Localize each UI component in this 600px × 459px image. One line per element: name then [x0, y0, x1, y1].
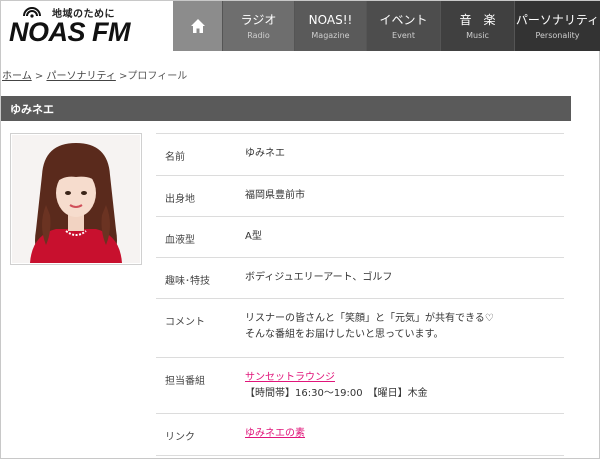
program-link-wrap: サンセットラウンジ	[245, 370, 335, 386]
nav-personality-label: パーソナリティ	[515, 12, 600, 27]
program-schedule: 【時間帯】16:30～19:00 【曜日】木金	[245, 388, 428, 399]
profile-row-program: 担当番組 サンセットラウンジ 【時間帯】16:30～19:00 【曜日】木金	[156, 357, 564, 413]
profile-row-hometown: 出身地 福岡県豊前市	[156, 175, 564, 216]
nav-personality[interactable]: パーソナリティ Personality	[515, 1, 600, 51]
nav-event-sub: Event	[392, 30, 415, 40]
profile-label: リンク	[165, 432, 195, 443]
blog-link-wrap: ゆみネエの素	[245, 426, 305, 442]
site-header: 地域のために NOAS FM ラジオ Radio NOAS!! Magazine…	[1, 1, 600, 51]
nav-music-label: 音 楽	[459, 12, 496, 27]
nav-event-label: イベント	[379, 12, 428, 27]
profile-row-hobby: 趣味･特技 ボディジュエリーアート、ゴルフ	[156, 257, 564, 298]
profile-table: 名前 ゆみネエ 出身地 福岡県豊前市 血液型 A型 趣味･特技 ボディジュエリー…	[156, 133, 564, 456]
nav-magazine-label: NOAS!!	[308, 12, 353, 27]
breadcrumb-home[interactable]: ホーム	[2, 71, 32, 82]
breadcrumb-separator: >	[31, 71, 47, 82]
page-title: ゆみネエ	[10, 103, 54, 116]
program-link[interactable]: サンセットラウンジ	[245, 372, 335, 383]
main-nav: ラジオ Radio NOAS!! Magazine イベント Event 音 楽…	[173, 1, 600, 51]
profile-label: 担当番組	[165, 376, 205, 387]
profile-value: A型	[245, 231, 262, 242]
nav-event[interactable]: イベント Event	[367, 1, 441, 51]
breadcrumb: ホーム > パーソナリティ >プロフィール	[2, 67, 187, 82]
profile-value: ゆみネエ	[245, 148, 285, 159]
nav-magazine[interactable]: NOAS!! Magazine	[295, 1, 367, 51]
profile-row-link: リンク ゆみネエの素	[156, 413, 564, 455]
profile-table-bottom-border	[156, 455, 564, 456]
profile-row-name: 名前 ゆみネエ	[156, 133, 564, 175]
breadcrumb-personality[interactable]: パーソナリティ	[46, 71, 115, 82]
comment-line-2: そんな番組をお届けしたいと思っています。	[245, 329, 444, 340]
profile-row-blood-type: 血液型 A型	[156, 216, 564, 257]
site-logo[interactable]: 地域のために NOAS FM	[1, 1, 173, 51]
nav-radio-sub: Radio	[247, 30, 270, 40]
profile-photo	[10, 133, 142, 265]
logo-text: NOAS FM	[9, 17, 131, 47]
profile-value: 福岡県豊前市	[245, 190, 305, 201]
profile-label: 血液型	[165, 235, 195, 246]
breadcrumb-separator: >	[115, 71, 128, 82]
breadcrumb-current: プロフィール	[127, 71, 188, 82]
radio-waves-icon	[23, 7, 41, 18]
nav-magazine-sub: Magazine	[311, 30, 350, 40]
profile-label: 出身地	[165, 194, 195, 205]
nav-music-sub: Music	[466, 30, 489, 40]
home-icon	[190, 19, 205, 33]
nav-personality-sub: Personality	[535, 30, 580, 40]
blog-link[interactable]: ゆみネエの素	[245, 428, 305, 439]
nav-radio-label: ラジオ	[240, 12, 277, 27]
page-title-bar: ゆみネエ	[1, 96, 571, 121]
profile-portrait-image	[12, 135, 140, 263]
nav-home[interactable]	[173, 1, 223, 51]
profile-label: 名前	[165, 152, 185, 163]
profile-value: ボディジュエリーアート、ゴルフ	[245, 272, 393, 283]
profile-label: 趣味･特技	[165, 276, 210, 287]
nav-radio[interactable]: ラジオ Radio	[223, 1, 295, 51]
nav-music[interactable]: 音 楽 Music	[441, 1, 515, 51]
profile-label: コメント	[165, 317, 205, 328]
profile-row-comment: コメント リスナーの皆さんと「笑顔」と「元気」が共有できる♡ そんな番組をお届け…	[156, 298, 564, 357]
comment-line-1: リスナーの皆さんと「笑顔」と「元気」が共有できる♡	[245, 313, 494, 324]
